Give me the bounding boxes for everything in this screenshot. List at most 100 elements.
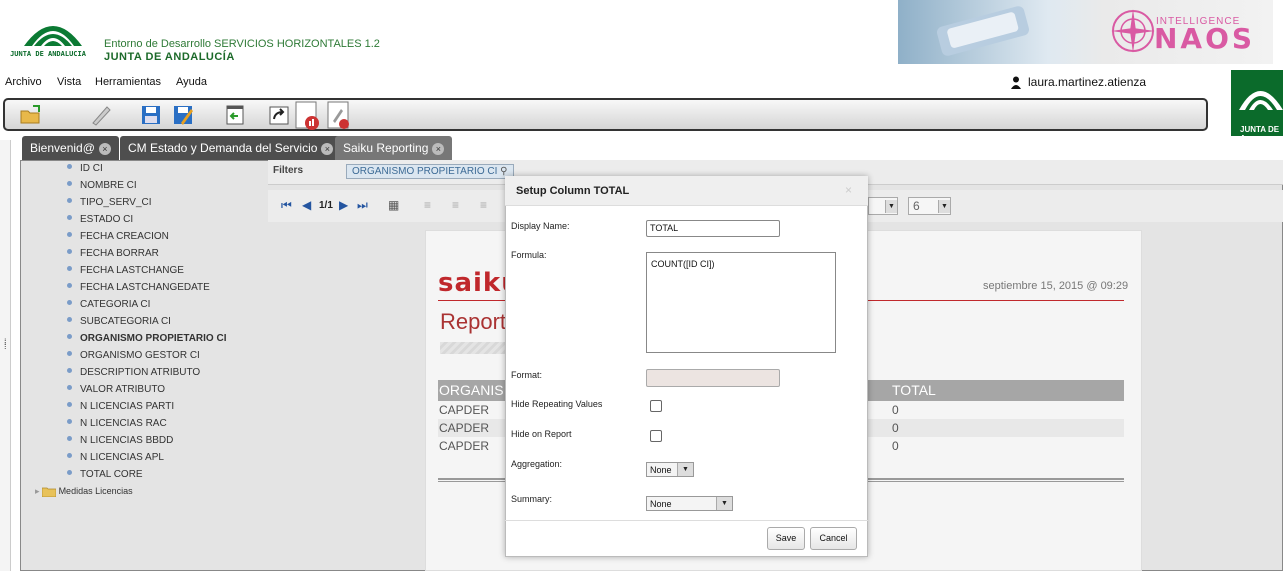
dropdown-arrow-icon: ▼ bbox=[938, 200, 950, 213]
next-page-icon[interactable]: ▶ bbox=[339, 198, 348, 212]
hide-on-report-label: Hide on Report bbox=[511, 429, 572, 439]
banner-graphic bbox=[936, 6, 1030, 56]
aggregation-select[interactable]: None ▼ bbox=[646, 462, 694, 477]
close-tab-icon[interactable]: × bbox=[432, 143, 445, 155]
tree-item[interactable]: ORGANISMO GESTOR CI bbox=[67, 350, 200, 361]
tree-item[interactable]: FECHA LASTCHANGEDATE bbox=[67, 282, 210, 293]
splitter-grip-icon[interactable]: ⁞ ⁞ bbox=[4, 338, 7, 351]
last-page-icon[interactable]: ⏭ bbox=[357, 198, 368, 213]
first-page-icon[interactable]: ⏮ bbox=[281, 198, 292, 213]
compass-icon bbox=[1111, 9, 1155, 53]
formula-label: Formula: bbox=[511, 250, 547, 260]
align-center-icon[interactable]: ≡ bbox=[452, 198, 459, 212]
tree-item[interactable]: CATEGORIA CI bbox=[67, 299, 150, 310]
aggregation-label: Aggregation: bbox=[511, 459, 563, 469]
table-cell-total: 0 bbox=[892, 421, 899, 435]
hide-on-report-checkbox[interactable] bbox=[650, 430, 662, 442]
column-header-total[interactable]: TOTAL bbox=[892, 382, 936, 398]
main-toolbar bbox=[3, 98, 1208, 131]
dropdown-arrow-icon: ▼ bbox=[677, 463, 693, 476]
tab-bar: Bienvenid@ × CM Estado y Demanda del Serv… bbox=[20, 136, 1283, 160]
column-header-organismo[interactable]: ORGANIS bbox=[439, 382, 504, 398]
report-date: septiembre 15, 2015 @ 09:29 bbox=[983, 280, 1129, 292]
user-icon bbox=[1011, 76, 1021, 89]
tree-item[interactable]: N LICENCIAS RAC bbox=[67, 418, 167, 429]
save-button[interactable]: Save bbox=[767, 527, 805, 550]
report-subtitle-placeholder bbox=[440, 342, 510, 354]
filters-label: Filters bbox=[273, 165, 304, 176]
report-edit-icon[interactable] bbox=[325, 101, 353, 131]
summary-select[interactable]: None ▼ bbox=[646, 496, 733, 511]
table-cell-org: CAPDER bbox=[439, 403, 490, 417]
dropdown-arrow-icon: ▼ bbox=[716, 497, 732, 510]
tree-item[interactable]: FECHA BORRAR bbox=[67, 248, 159, 259]
tab-bienvenid[interactable]: Bienvenid@ × bbox=[22, 136, 119, 160]
menu-ayuda[interactable]: Ayuda bbox=[176, 76, 207, 88]
naos-banner: INTELLIGENCE NAOS bbox=[898, 0, 1273, 64]
align-left-icon[interactable]: ≡ bbox=[424, 198, 431, 212]
dialog-title: Setup Column TOTAL bbox=[516, 185, 630, 197]
table-cell-total: 0 bbox=[892, 439, 899, 453]
tree-item[interactable]: TOTAL CORE bbox=[67, 469, 143, 480]
back-document-icon[interactable] bbox=[223, 103, 247, 127]
redo-icon[interactable] bbox=[267, 103, 291, 127]
tree-item[interactable]: ID CI bbox=[67, 163, 103, 174]
tree-item[interactable]: TIPO_SERV_CI bbox=[67, 197, 152, 208]
tree-item[interactable]: N LICENCIAS BBDD bbox=[67, 435, 173, 446]
align-right-icon[interactable]: ≡ bbox=[480, 198, 487, 212]
tree-item[interactable]: N LICENCIAS APL bbox=[67, 452, 164, 463]
tree-item[interactable]: FECHA LASTCHANGE bbox=[67, 265, 184, 276]
expand-arrow-icon[interactable]: ▸ bbox=[35, 486, 40, 496]
table-cell-org: CAPDER bbox=[439, 421, 490, 435]
format-input[interactable] bbox=[646, 369, 780, 387]
cancel-button[interactable]: Cancel bbox=[810, 527, 857, 550]
zoom-select[interactable]: 6 ▼ bbox=[908, 197, 951, 215]
environment-title: Entorno de Desarrollo SERVICIOS HORIZONT… bbox=[104, 38, 380, 50]
display-name-label: Display Name: bbox=[511, 221, 570, 231]
tab-label: CM Estado y Demanda del Servicio bbox=[128, 141, 318, 155]
font-size-select[interactable]: ▼ bbox=[868, 197, 898, 215]
open-folder-icon[interactable] bbox=[19, 103, 43, 127]
close-icon[interactable]: × bbox=[845, 183, 852, 197]
tree-item[interactable]: VALOR ATRIBUTO bbox=[67, 384, 165, 395]
close-tab-icon[interactable]: × bbox=[321, 143, 334, 155]
folder-icon bbox=[41, 487, 57, 497]
menu-archivo[interactable]: Archivo bbox=[5, 76, 42, 88]
grid-icon[interactable]: ▦ bbox=[388, 198, 399, 212]
save-icon[interactable] bbox=[139, 103, 163, 127]
save-as-icon[interactable] bbox=[171, 103, 195, 127]
tree-item[interactable]: SUBCATEGORIA CI bbox=[67, 316, 171, 327]
tree-item[interactable]: ESTADO CI bbox=[67, 214, 133, 225]
table-cell-org: CAPDER bbox=[439, 439, 490, 453]
edit-pencil-icon[interactable] bbox=[89, 103, 113, 127]
close-tab-icon[interactable]: × bbox=[98, 143, 111, 155]
report-chart-icon[interactable] bbox=[293, 101, 321, 131]
left-splitter[interactable] bbox=[0, 140, 11, 571]
menu-vista[interactable]: Vista bbox=[57, 76, 81, 88]
tab-cm-estado[interactable]: CM Estado y Demanda del Servicio × bbox=[120, 136, 342, 160]
hide-repeating-checkbox[interactable] bbox=[650, 400, 662, 412]
tab-label: Saiku Reporting bbox=[343, 141, 429, 155]
menu-herramientas[interactable]: Herramientas bbox=[95, 76, 161, 88]
user-name[interactable]: laura.martinez.atienza bbox=[1028, 75, 1146, 89]
junta-arch-icon bbox=[1239, 91, 1283, 110]
filter-chip[interactable]: ORGANISMO PROPIETARIO CI ⚲ bbox=[346, 164, 514, 179]
banner-naos-text: NAOS bbox=[1154, 22, 1256, 55]
logo-caption: JUNTA DE ANDALUCIA bbox=[10, 50, 86, 58]
field-tree: ID CI NOMBRE CI TIPO_SERV_CI ESTADO CI F… bbox=[20, 160, 268, 571]
tree-folder-medidas[interactable]: ▸ Medidas Licencias bbox=[35, 486, 133, 497]
tab-saiku-reporting[interactable]: Saiku Reporting × bbox=[335, 136, 453, 160]
tree-item[interactable]: DESCRIPTION ATRIBUTO bbox=[67, 367, 200, 378]
prev-page-icon[interactable]: ◀ bbox=[302, 198, 311, 212]
tree-item[interactable]: N LICENCIAS PARTI bbox=[67, 401, 174, 412]
display-name-input[interactable]: TOTAL bbox=[646, 220, 780, 237]
report-title[interactable]: Report bbox=[440, 309, 506, 335]
tab-label: Bienvenid@ bbox=[30, 141, 95, 155]
dialog-footer-divider bbox=[505, 520, 868, 521]
organization-title: JUNTA DE ANDALUCÍA bbox=[104, 51, 235, 63]
tree-item-selected[interactable]: ORGANISMO PROPIETARIO CI bbox=[67, 333, 227, 344]
page-indicator: 1/1 bbox=[319, 200, 333, 211]
formula-textarea[interactable]: COUNT([ID CI]) bbox=[646, 252, 836, 353]
tree-item[interactable]: FECHA CREACION bbox=[67, 231, 169, 242]
tree-item[interactable]: NOMBRE CI bbox=[67, 180, 137, 191]
